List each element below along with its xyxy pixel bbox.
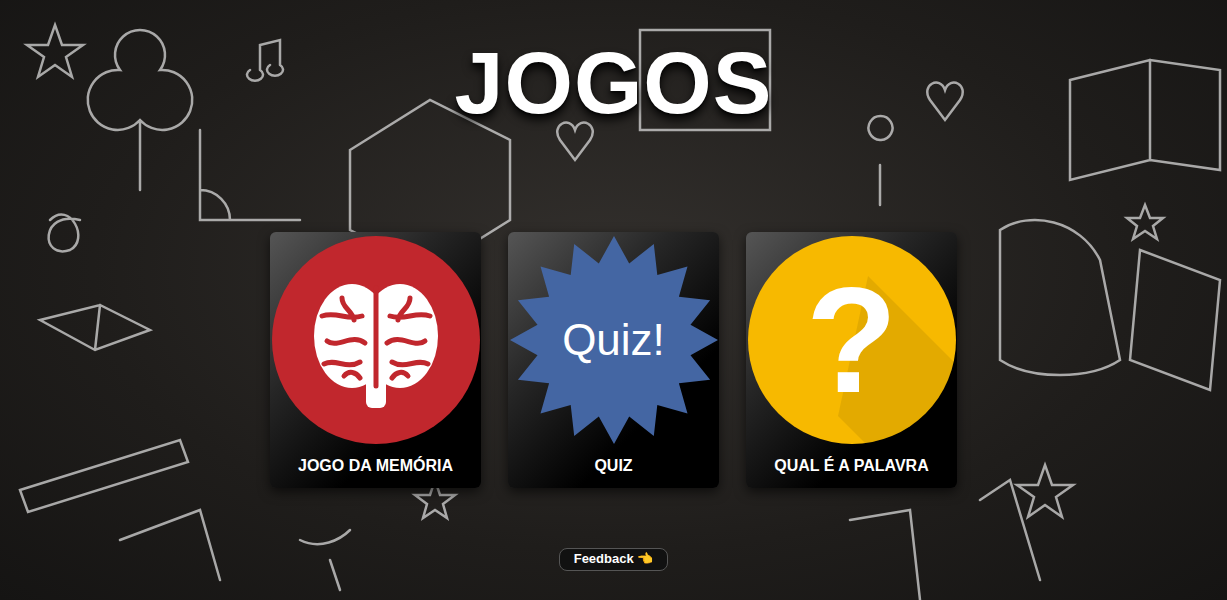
feedback-button[interactable]: Feedback 👈: [559, 548, 669, 571]
question-mark: ?: [748, 265, 956, 415]
brain-icon: [272, 236, 480, 444]
games-list: JOGO DA MEMÓRIA Quiz! QUIZ? QUAL É A PALAVR…: [270, 232, 957, 488]
page-title: JOGOS: [455, 35, 773, 132]
game-label: QUAL É A PALAVRA: [774, 454, 928, 478]
game-label: QUIZ: [594, 454, 632, 478]
games-page: JOGOS JOGO DA MEMÓRIA Quiz! QUIZ? QUAL É A P…: [0, 0, 1227, 600]
question-icon: ?: [748, 236, 956, 444]
game-label: JOGO DA MEMÓRIA: [298, 454, 453, 478]
game-card[interactable]: ? QUAL É A PALAVRA: [746, 232, 957, 488]
quiz-badge-text: Quiz!: [510, 318, 718, 362]
game-card[interactable]: JOGO DA MEMÓRIA: [270, 232, 481, 488]
game-card[interactable]: Quiz! QUIZ: [508, 232, 719, 488]
quiz-icon: Quiz!: [510, 236, 718, 444]
